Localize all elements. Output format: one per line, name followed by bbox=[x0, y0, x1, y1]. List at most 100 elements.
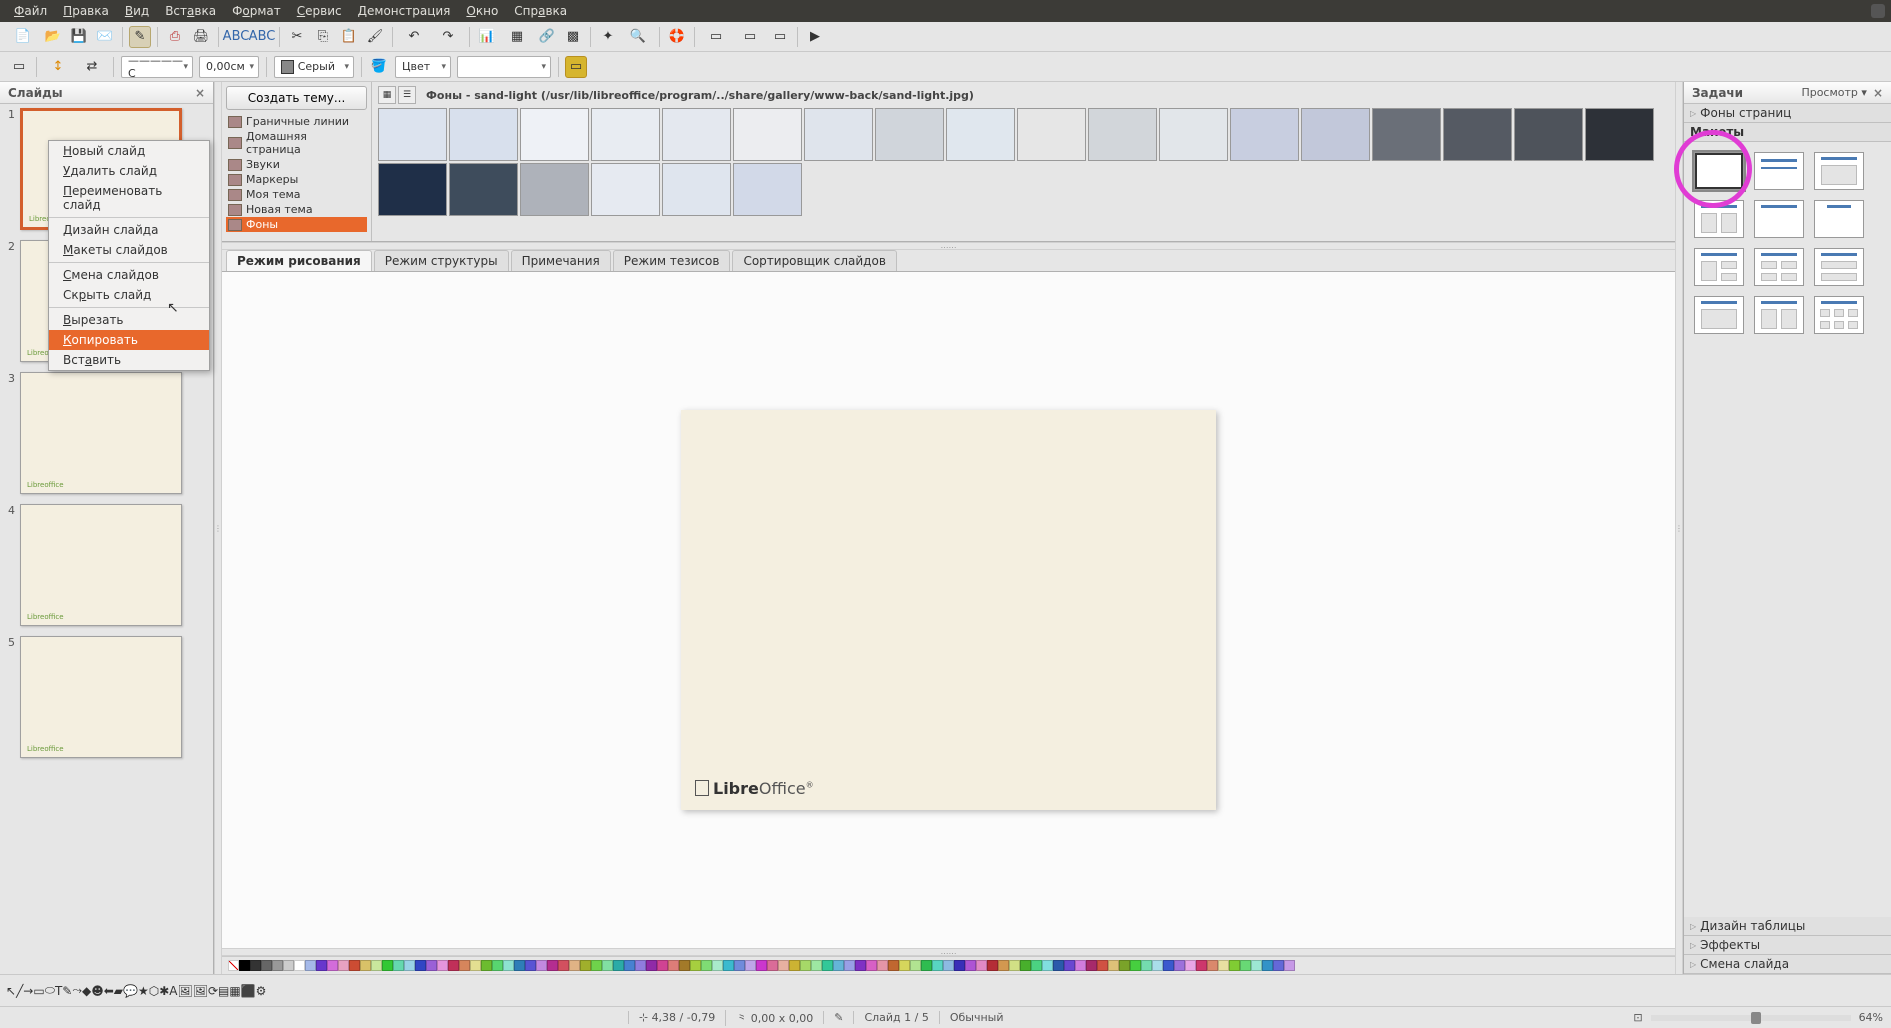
color-swatch[interactable] bbox=[1251, 960, 1262, 971]
color-swatch[interactable] bbox=[811, 960, 822, 971]
menu-insert[interactable]: Вставка bbox=[157, 0, 224, 22]
color-swatch[interactable] bbox=[338, 960, 349, 971]
slide-design-button[interactable]: ▭ bbox=[701, 26, 731, 48]
theme-item[interactable]: Граничные линии bbox=[226, 114, 367, 129]
task-panel-resize-handle[interactable]: ⋮ bbox=[1675, 82, 1683, 974]
color-swatch[interactable] bbox=[987, 960, 998, 971]
color-swatch[interactable] bbox=[1009, 960, 1020, 971]
context-menu-item[interactable]: Вставить bbox=[49, 350, 209, 370]
color-swatch[interactable] bbox=[1229, 960, 1240, 971]
grid-button[interactable]: ▩ bbox=[562, 26, 584, 48]
color-swatch[interactable] bbox=[921, 960, 932, 971]
color-swatch[interactable] bbox=[932, 960, 943, 971]
slide-thumb-5[interactable]: 5 bbox=[8, 636, 205, 758]
context-menu-item[interactable]: Дизайн слайда bbox=[49, 220, 209, 240]
gallery-thumb[interactable] bbox=[875, 108, 944, 161]
color-swatch[interactable] bbox=[635, 960, 646, 971]
color-swatch[interactable] bbox=[745, 960, 756, 971]
help-button[interactable]: 🛟 bbox=[666, 26, 688, 48]
color-swatch[interactable] bbox=[1075, 960, 1086, 971]
gallery-thumb[interactable] bbox=[449, 163, 518, 216]
color-swatch[interactable] bbox=[602, 960, 613, 971]
line-color-combo[interactable]: Серый bbox=[274, 56, 354, 78]
menu-edit[interactable]: Правка bbox=[55, 0, 117, 22]
basic-shapes-tool[interactable]: ◆ bbox=[82, 984, 91, 998]
color-swatch[interactable] bbox=[492, 960, 503, 971]
color-swatch[interactable] bbox=[1108, 960, 1119, 971]
view-tab[interactable]: Сортировщик слайдов bbox=[732, 250, 896, 271]
layout-title-2content[interactable] bbox=[1694, 200, 1744, 238]
color-swatch[interactable] bbox=[437, 960, 448, 971]
color-swatch[interactable] bbox=[756, 960, 767, 971]
symbol-shapes-tool[interactable]: ☻ bbox=[91, 984, 104, 998]
color-swatch[interactable] bbox=[877, 960, 888, 971]
color-swatch[interactable] bbox=[261, 960, 272, 971]
gallery-thumb[interactable] bbox=[591, 108, 660, 161]
slides-panel-close-icon[interactable]: × bbox=[195, 86, 205, 100]
color-swatch[interactable] bbox=[1130, 960, 1141, 971]
color-swatch[interactable] bbox=[1020, 960, 1031, 971]
line-tool[interactable]: ╱ bbox=[16, 984, 23, 998]
color-swatch[interactable] bbox=[646, 960, 657, 971]
theme-item[interactable]: Моя тема bbox=[226, 187, 367, 202]
gallery-thumb[interactable] bbox=[733, 163, 802, 216]
color-swatch[interactable] bbox=[679, 960, 690, 971]
color-swatch[interactable] bbox=[1031, 960, 1042, 971]
color-swatch[interactable] bbox=[778, 960, 789, 971]
theme-item[interactable]: Фоны bbox=[226, 217, 367, 232]
hyperlink-button[interactable]: 🔗 bbox=[536, 26, 558, 48]
gallery-thumb[interactable] bbox=[1088, 108, 1157, 161]
gallery-thumb[interactable] bbox=[946, 108, 1015, 161]
context-menu-item[interactable]: Макеты слайдов bbox=[49, 240, 209, 260]
from-file-tool[interactable]: 🖼 bbox=[178, 984, 193, 998]
workspace-resize-handle[interactable]: ⋯⋯ bbox=[222, 948, 1675, 956]
color-swatch[interactable] bbox=[1141, 960, 1152, 971]
arrow-style-button[interactable]: ↕ bbox=[43, 56, 73, 78]
gallery-thumb[interactable] bbox=[520, 163, 589, 216]
menu-file[interactable]: Файл bbox=[6, 0, 55, 22]
color-swatch[interactable] bbox=[668, 960, 679, 971]
context-menu-item[interactable]: Смена слайдов bbox=[49, 265, 209, 285]
color-swatch[interactable] bbox=[1152, 960, 1163, 971]
color-swatch[interactable] bbox=[1273, 960, 1284, 971]
color-swatch[interactable] bbox=[514, 960, 525, 971]
color-swatch[interactable] bbox=[448, 960, 459, 971]
theme-item[interactable]: Домашняя страница bbox=[226, 129, 367, 157]
color-swatch[interactable] bbox=[712, 960, 723, 971]
color-swatch[interactable] bbox=[393, 960, 404, 971]
interaction-tool[interactable]: ⚙ bbox=[256, 984, 267, 998]
gallery-thumb[interactable] bbox=[378, 163, 447, 216]
slide-workspace[interactable]: LibreOffice® bbox=[222, 272, 1675, 948]
gallery-thumb[interactable] bbox=[662, 163, 731, 216]
gluepoints-tool[interactable]: ✱ bbox=[159, 984, 169, 998]
window-minimize-icon[interactable] bbox=[1871, 4, 1885, 18]
arrow-tool[interactable]: → bbox=[23, 984, 33, 998]
gallery-thumb[interactable] bbox=[1301, 108, 1370, 161]
color-swatch[interactable] bbox=[954, 960, 965, 971]
panel-resize-handle[interactable]: ⋮ bbox=[214, 82, 222, 974]
color-swatch[interactable] bbox=[305, 960, 316, 971]
color-swatch[interactable] bbox=[503, 960, 514, 971]
color-swatch[interactable] bbox=[701, 960, 712, 971]
insert-slide-button[interactable]: ▭ bbox=[769, 26, 791, 48]
color-swatch[interactable] bbox=[1086, 960, 1097, 971]
arrange-front-button[interactable]: ▭ bbox=[8, 56, 30, 78]
auto-spellcheck-button[interactable]: ABC bbox=[251, 26, 273, 48]
task-view-menu[interactable]: Просмотр ▾ bbox=[1801, 86, 1866, 99]
color-swatch[interactable] bbox=[866, 960, 877, 971]
connector-tool[interactable]: ⤳ bbox=[72, 983, 82, 998]
copy-button[interactable]: ⎘ bbox=[312, 26, 334, 48]
shadow-button[interactable]: ▭ bbox=[565, 56, 587, 78]
section-page-backgrounds[interactable]: ▷Фоны страниц bbox=[1684, 104, 1891, 123]
color-swatch[interactable] bbox=[1174, 960, 1185, 971]
gallery-toggle[interactable]: 🖼 bbox=[193, 984, 208, 998]
save-button[interactable]: 💾 bbox=[68, 26, 90, 48]
gallery-thumb[interactable] bbox=[733, 108, 802, 161]
layout-centered[interactable] bbox=[1814, 200, 1864, 238]
fill-type-combo[interactable]: Цвет bbox=[395, 56, 451, 78]
color-swatch[interactable] bbox=[899, 960, 910, 971]
edit-mode-button[interactable]: ✎ bbox=[129, 26, 151, 48]
color-swatch[interactable] bbox=[1053, 960, 1064, 971]
view-tab[interactable]: Режим тезисов bbox=[613, 250, 731, 271]
rotate-tool[interactable]: ⟳ bbox=[208, 984, 218, 998]
